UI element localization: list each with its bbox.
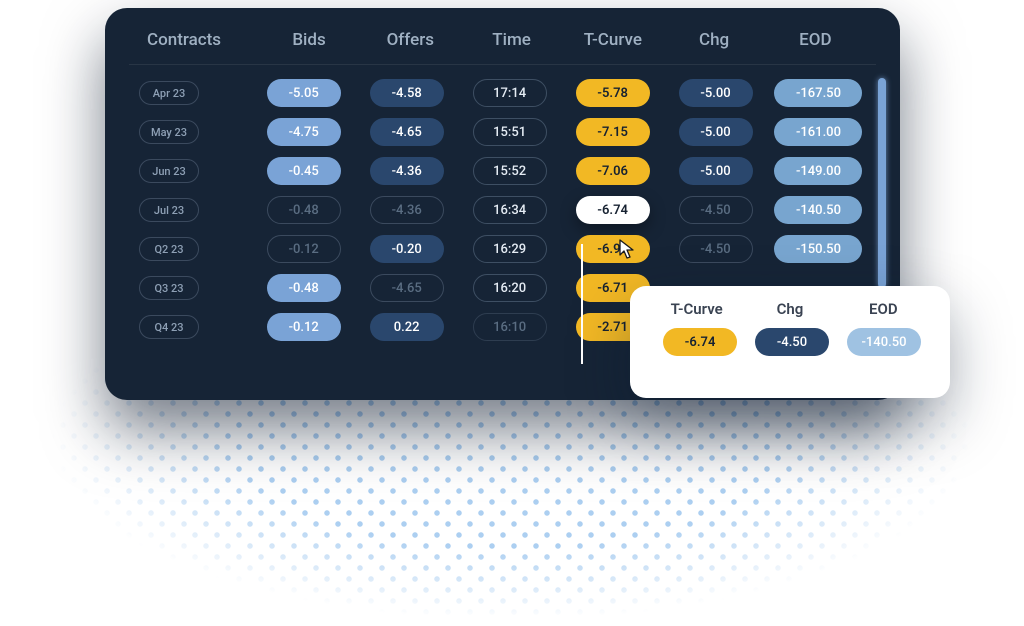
bid-pill[interactable]: -0.48 xyxy=(267,274,341,302)
chg-pill[interactable]: -5.00 xyxy=(679,157,753,185)
eod-pill[interactable]: -167.50 xyxy=(774,79,862,107)
popover-col-eod: EOD xyxy=(837,300,930,318)
popover-chg-pill[interactable]: -4.50 xyxy=(755,328,829,356)
bid-pill[interactable]: -4.75 xyxy=(267,118,341,146)
eod-pill[interactable]: -140.50 xyxy=(774,196,862,224)
table-header-row: Contracts Bids Offers Time T-Curve Chg E… xyxy=(135,30,870,64)
chg-pill[interactable]: -5.00 xyxy=(679,118,753,146)
bid-pill[interactable]: -0.12 xyxy=(267,313,341,341)
time-pill: 16:20 xyxy=(473,274,547,302)
bid-pill[interactable]: -0.45 xyxy=(267,157,341,185)
offer-pill[interactable]: -4.65 xyxy=(370,274,444,302)
time-pill: 16:29 xyxy=(473,235,547,263)
contract-pill[interactable]: Q2 23 xyxy=(139,237,199,261)
contract-pill[interactable]: Jul 23 xyxy=(139,198,199,222)
popover-eod-pill[interactable]: -140.50 xyxy=(847,328,921,356)
header-divider xyxy=(129,64,876,65)
chg-pill[interactable]: -5.00 xyxy=(679,79,753,107)
popover-header: T-Curve Chg EOD xyxy=(650,300,930,318)
time-pill: 16:34 xyxy=(473,196,547,224)
contract-pill[interactable]: Q4 23 xyxy=(139,315,199,339)
eod-pill[interactable]: -149.00 xyxy=(774,157,862,185)
time-pill: 16:10 xyxy=(473,313,547,341)
bid-pill[interactable]: -0.12 xyxy=(267,235,341,263)
col-time: Time xyxy=(461,30,562,50)
bid-pill[interactable]: -5.05 xyxy=(267,79,341,107)
tooltip-connector xyxy=(581,244,583,364)
offer-pill[interactable]: -4.65 xyxy=(370,118,444,146)
col-offers: Offers xyxy=(360,30,461,50)
tcurve-pill[interactable]: -5.78 xyxy=(576,79,650,107)
eod-pill[interactable]: -150.50 xyxy=(774,235,862,263)
offer-pill[interactable]: -4.58 xyxy=(370,79,444,107)
col-contracts: Contracts xyxy=(139,30,258,50)
table-row: May 23 -4.75 -4.65 15:51 -7.15 -5.00 -161.00 xyxy=(135,118,870,146)
tcurve-pill[interactable]: -6.74 xyxy=(576,196,650,224)
bid-pill[interactable]: -0.48 xyxy=(267,196,341,224)
tcurve-pill[interactable]: -7.15 xyxy=(576,118,650,146)
chg-pill[interactable]: -4.50 xyxy=(679,235,753,263)
popover-col-tcurve: T-Curve xyxy=(650,300,743,318)
contract-pill[interactable]: Apr 23 xyxy=(139,81,199,105)
col-eod: EOD xyxy=(765,30,866,50)
contract-pill[interactable]: May 23 xyxy=(139,120,199,144)
eod-pill[interactable]: -161.00 xyxy=(774,118,862,146)
table-row: Q2 23 -0.12 -0.20 16:29 -6.98 -4.50 -150.50 xyxy=(135,235,870,263)
cursor-icon xyxy=(618,238,638,264)
popover-values: -6.74 -4.50 -140.50 xyxy=(650,328,930,356)
col-chg: Chg xyxy=(663,30,764,50)
offer-pill[interactable]: -4.36 xyxy=(370,196,444,224)
offer-pill[interactable]: -4.36 xyxy=(370,157,444,185)
tcurve-pill[interactable]: -6.98 xyxy=(576,235,650,263)
offer-pill[interactable]: 0.22 xyxy=(370,313,444,341)
popover-col-chg: Chg xyxy=(743,300,836,318)
tcurve-pill[interactable]: -7.06 xyxy=(576,157,650,185)
time-pill: 15:51 xyxy=(473,118,547,146)
popover-tcurve-pill[interactable]: -6.74 xyxy=(663,328,737,356)
table-row: Apr 23 -5.05 -4.58 17:14 -5.78 -5.00 -167.50 xyxy=(135,79,870,107)
time-pill: 15:52 xyxy=(473,157,547,185)
table-row: Jun 23 -0.45 -4.36 15:52 -7.06 -5.00 -149.00 xyxy=(135,157,870,185)
contract-pill[interactable]: Q3 23 xyxy=(139,276,199,300)
detail-popover: T-Curve Chg EOD -6.74 -4.50 -140.50 xyxy=(630,286,950,398)
table-row: Jul 23 -0.48 -4.36 16:34 -6.74 -4.50 -140.50 xyxy=(135,196,870,224)
time-pill: 17:14 xyxy=(473,79,547,107)
col-tcurve: T-Curve xyxy=(562,30,663,50)
col-bids: Bids xyxy=(258,30,359,50)
chg-pill[interactable]: -4.50 xyxy=(679,196,753,224)
scrollbar-thumb[interactable] xyxy=(878,78,886,288)
contract-pill[interactable]: Jun 23 xyxy=(139,159,199,183)
offer-pill[interactable]: -0.20 xyxy=(370,235,444,263)
